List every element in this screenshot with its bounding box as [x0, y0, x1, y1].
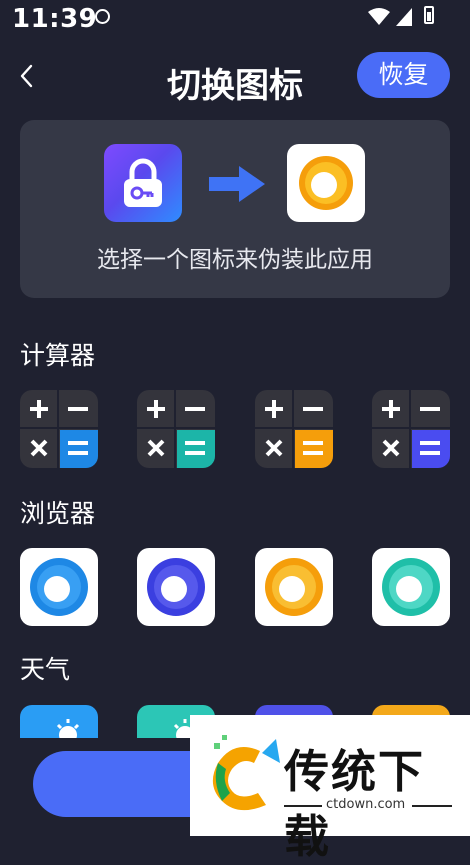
browser-teal-icon [382, 558, 440, 616]
calculator-orange-icon [255, 390, 333, 468]
icon-preview-card: 选择一个图标来伪装此应用 [20, 120, 450, 298]
battery-icon [424, 6, 434, 24]
status-bar: 11:39 [0, 0, 470, 44]
section-title-calculator: 计算器 [20, 341, 96, 370]
weather-icon-option[interactable] [20, 705, 98, 738]
wifi-icon [368, 8, 390, 25]
browser-icon-option[interactable] [20, 548, 98, 626]
calculator-teal-icon [137, 390, 215, 468]
browser-indigo-icon [147, 558, 205, 616]
browser-icon-option[interactable] [255, 548, 333, 626]
browser-blue-icon [30, 558, 88, 616]
watermark-logo [212, 735, 280, 811]
restore-button[interactable]: 恢复 [357, 52, 450, 98]
status-time: 11:39 [12, 4, 98, 34]
signal-icon [396, 8, 412, 26]
browser-icon-option[interactable] [137, 548, 215, 626]
watermark: 传统下载 ctdown.com [190, 715, 470, 863]
current-app-icon [104, 144, 182, 222]
lock-icon [124, 158, 162, 207]
preview-description: 选择一个图标来伪装此应用 [97, 247, 373, 273]
calculator-icon-option[interactable] [137, 390, 215, 468]
calculator-icon-row [20, 390, 450, 468]
calculator-blue-icon [20, 390, 98, 468]
watermark-rule-right [412, 805, 452, 807]
notification-dot-icon [95, 9, 110, 24]
browser-icon-option[interactable] [372, 548, 450, 626]
calculator-icon-option[interactable] [255, 390, 333, 468]
browser-icon-row [20, 548, 450, 626]
calculator-icon-option[interactable] [372, 390, 450, 468]
arrow-right-icon [209, 166, 265, 202]
calculator-indigo-icon [372, 390, 450, 468]
status-icons [368, 8, 432, 26]
disguise-preview-icon [287, 144, 365, 222]
watermark-rule-left [284, 805, 322, 807]
calculator-icon-option[interactable] [20, 390, 98, 468]
browser-orange-icon [299, 156, 353, 210]
watermark-url: ctdown.com [326, 797, 406, 812]
browser-orange-icon [265, 558, 323, 616]
section-title-weather: 天气 [20, 655, 71, 684]
section-title-browser: 浏览器 [20, 499, 96, 528]
weather-sun-icon [20, 705, 98, 738]
header: 切换图标 恢复 [0, 50, 470, 106]
